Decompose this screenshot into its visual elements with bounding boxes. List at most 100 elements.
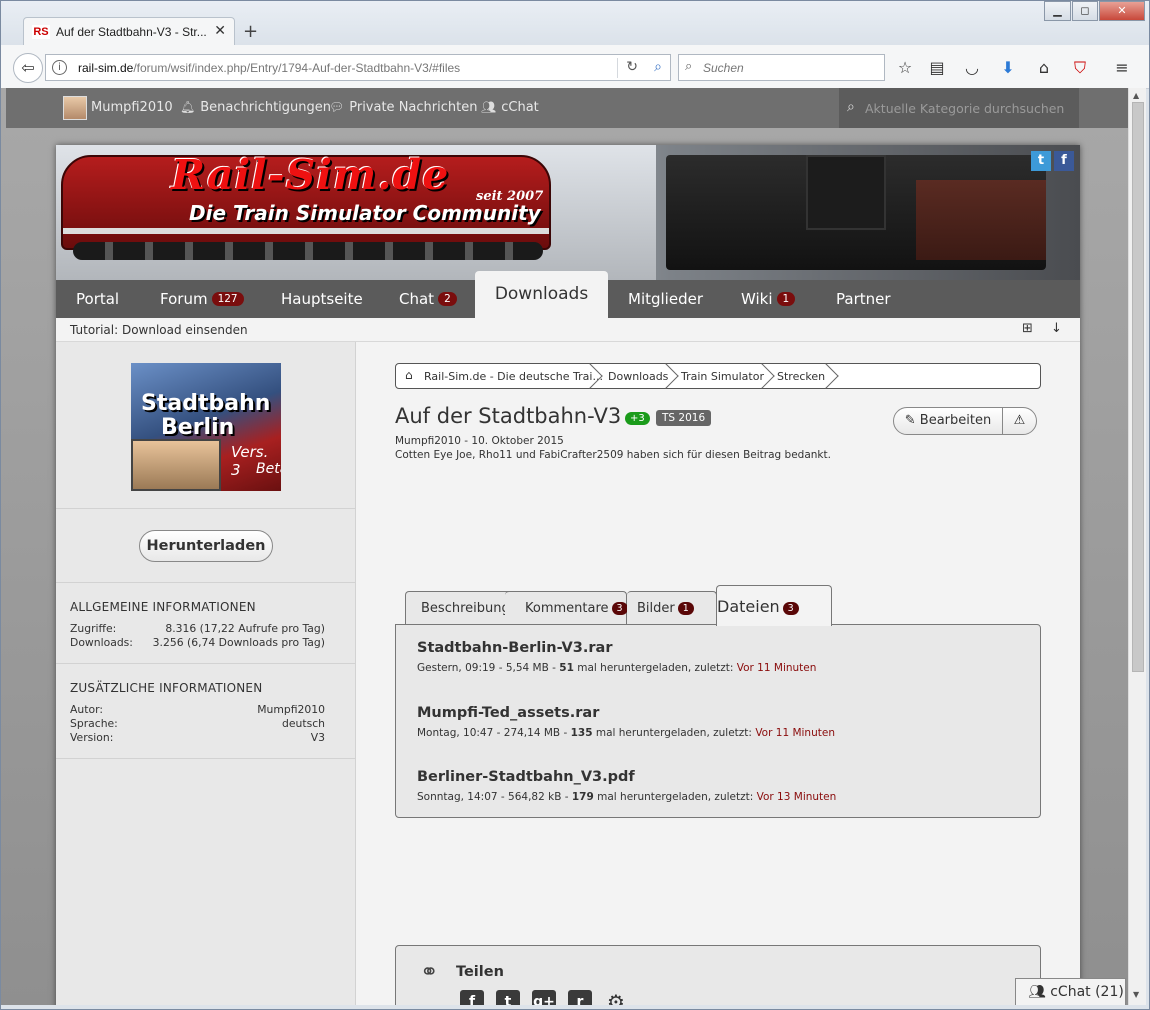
pencil-icon: ✎	[904, 413, 920, 428]
site-since: seit 2007	[476, 189, 544, 204]
tab-kommentare[interactable]: Kommentare 3	[505, 591, 628, 625]
user-bar: Mumpfi2010 🔔︎ Benachrichtigungen 💬︎ Privat…	[6, 88, 1128, 128]
page-title: Auf der Stadtbahn-V3	[395, 404, 622, 428]
tab-dateien[interactable]: Dateien 3	[716, 585, 832, 626]
nav-wiki[interactable]: Wiki 1	[741, 290, 796, 308]
file-link[interactable]: Mumpfi-Ted_assets.rar	[417, 705, 599, 721]
breadcrumb-item[interactable]: Rail-Sim.de - Die deutsche Trai...	[424, 370, 603, 383]
link-icon: ⚭	[420, 960, 439, 985]
page-scrollbar[interactable]: ▲ ▼	[1128, 88, 1146, 1005]
reload-icon[interactable]: ↻	[626, 59, 638, 75]
file-meta: Sonntag, 14:07 - 564,82 kB - 179 mal her…	[417, 791, 837, 803]
nav-hauptseite[interactable]: Hauptseite	[281, 290, 363, 308]
minimize-icon[interactable]: ▁	[1044, 1, 1071, 21]
download-arrow-icon[interactable]: ⬇	[997, 57, 1019, 79]
site-favicon-icon: RS	[32, 25, 50, 39]
scroll-down-arrow-icon[interactable]: ▼	[1133, 990, 1139, 999]
home-icon[interactable]: ⌂	[405, 368, 413, 382]
reddit-share-icon[interactable]: r	[568, 990, 592, 1005]
menu-icon[interactable]: ≡	[1111, 57, 1133, 79]
nav-downloads[interactable]: Downloads	[475, 271, 608, 318]
info-icon[interactable]: i	[52, 60, 67, 75]
tag-label[interactable]: TS 2016	[656, 410, 712, 426]
download-button[interactable]: Herunterladen	[139, 530, 273, 562]
info-row: Zugriffe: 8.316 (17,22 Aufrufe pro Tag)	[70, 622, 325, 635]
title-bar: RS Auf der Stadtbahn-V3 - Str... ✕ + ▁ ◻…	[1, 1, 1149, 46]
home-icon[interactable]: ⌂	[1033, 57, 1055, 79]
scrollbar-thumb[interactable]	[1132, 102, 1144, 672]
file-link[interactable]: Stadtbahn-Berlin-V3.rar	[417, 640, 612, 656]
adblock-shield-icon[interactable]: ⛉	[1069, 57, 1091, 79]
reading-list-icon[interactable]: ▤	[926, 57, 948, 79]
extra-info-heading: ZUSÄTZLICHE INFORMATIONEN	[70, 681, 263, 695]
browser-search-input[interactable]: ⌕ Suchen	[678, 54, 885, 81]
cchat-link[interactable]: 👥︎ cChat	[481, 100, 539, 115]
private-messages-link[interactable]: 💬︎ Private Nachrichten	[329, 100, 477, 115]
nav-mitglieder[interactable]: Mitglieder	[628, 290, 703, 308]
go-search-icon[interactable]: ⌕	[654, 59, 662, 75]
back-icon[interactable]: ⇦	[13, 53, 43, 83]
category-search-input[interactable]: ⌕ Aktuelle Kategorie durchsuchen	[839, 88, 1079, 128]
pocket-icon[interactable]: ◡	[961, 57, 983, 79]
nav-portal[interactable]: Portal	[76, 290, 119, 308]
close-window-icon[interactable]: ✕	[1099, 1, 1145, 21]
page-container: Rail-Sim.de Die Train Simulator Communit…	[56, 145, 1080, 1005]
share-heading: Teilen	[456, 964, 504, 980]
twitter-icon[interactable]: t	[1031, 151, 1051, 171]
scroll-down-icon[interactable]: ↓	[1051, 321, 1062, 336]
facebook-share-icon[interactable]: f	[460, 990, 484, 1005]
tab-beschreibung[interactable]: Beschreibung	[405, 591, 517, 625]
site-header-banner: Rail-Sim.de Die Train Simulator Communit…	[56, 145, 1080, 280]
steam-train-image	[666, 155, 1046, 270]
social-links: tf	[1028, 151, 1074, 173]
avatar[interactable]	[63, 96, 87, 120]
info-row: Sprache: deutsch	[70, 717, 325, 730]
site-logo[interactable]: Rail-Sim.de	[171, 151, 449, 199]
breadcrumb: ⌂ Rail-Sim.de - Die deutsche Trai... Dow…	[395, 363, 1041, 389]
author-date[interactable]: Mumpfi2010 - 10. Oktober 2015	[395, 435, 564, 447]
thanks-line: Cotten Eye Joe, Rho11 und FabiCrafter250…	[395, 449, 831, 461]
gear-icon[interactable]: ⚙	[604, 990, 628, 1005]
forum-badge: 127	[211, 292, 244, 306]
browser-toolbar: ⇦ i rail-sim.de/forum/wsif/index.php/Ent…	[1, 45, 1149, 110]
bookmark-star-icon[interactable]: ☆	[894, 57, 916, 79]
tutorial-link[interactable]: Tutorial: Download einsenden	[70, 323, 248, 337]
general-info-heading: ALLGEMEINE INFORMATIONEN	[70, 600, 256, 614]
nav-forum[interactable]: Forum 127	[160, 290, 244, 308]
address-bar[interactable]: i rail-sim.de/forum/wsif/index.php/Entry…	[45, 54, 671, 81]
cchat-button[interactable]: 👥︎ cChat (21)	[1015, 978, 1126, 1005]
sidebar: Stadtbahn Berlin Vers. 3 Beta Herunterla…	[56, 342, 356, 1005]
browser-tab[interactable]: RS Auf der Stadtbahn-V3 - Str... ✕	[23, 17, 235, 46]
tab-title: Auf der Stadtbahn-V3 - Str...	[56, 25, 207, 39]
facebook-icon[interactable]: f	[1054, 151, 1074, 171]
users-icon: 👥︎	[481, 100, 497, 114]
download-preview-image[interactable]: Stadtbahn Berlin Vers. 3 Beta	[131, 363, 281, 491]
googleplus-share-icon[interactable]: g+	[532, 990, 556, 1005]
main-content: ⌂ Rail-Sim.de - Die deutsche Trai... Dow…	[357, 342, 1080, 1005]
new-tab-icon[interactable]: +	[243, 21, 258, 42]
users-icon: 👥︎	[1028, 984, 1051, 1000]
url-text: rail-sim.de/forum/wsif/index.php/Entry/1…	[78, 61, 461, 75]
search-icon: ⌕	[847, 99, 855, 115]
file-link[interactable]: Berliner-Stadtbahn_V3.pdf	[417, 769, 635, 785]
files-panel: Stadtbahn-Berlin-V3.rar Gestern, 09:19 -…	[395, 624, 1041, 818]
nav-chat[interactable]: Chat 2	[399, 290, 457, 308]
tab-bilder[interactable]: Bilder 1	[627, 591, 717, 625]
like-counter[interactable]: +3	[625, 412, 650, 425]
warning-icon: ⚠	[1013, 413, 1026, 428]
speech-bubble-icon: 💬︎	[329, 100, 345, 114]
scroll-up-icon[interactable]: ▲	[1133, 91, 1139, 100]
content-tabs: Beschreibung Kommentare 3 Bilder 1 Dateien…	[395, 585, 1041, 626]
notifications-link[interactable]: 🔔︎ Benachrichtigungen	[180, 100, 331, 115]
share-box: ⚭ Teilen f t g+ r ⚙	[395, 945, 1041, 1005]
close-tab-icon[interactable]: ✕	[214, 23, 226, 39]
nav-partner[interactable]: Partner	[836, 290, 891, 308]
twitter-share-icon[interactable]: t	[496, 990, 520, 1005]
edit-button[interactable]: ✎ Bearbeiten	[893, 407, 1003, 435]
info-row: Version: V3	[70, 731, 325, 744]
user-menu[interactable]: Mumpfi2010	[91, 100, 173, 115]
sitemap-icon[interactable]: ⊞	[1022, 321, 1033, 336]
maximize-icon[interactable]: ◻	[1072, 1, 1098, 21]
sub-navigation: Tutorial: Download einsenden ⊞ ↓	[56, 318, 1080, 342]
report-button[interactable]: ⚠	[1002, 407, 1037, 435]
